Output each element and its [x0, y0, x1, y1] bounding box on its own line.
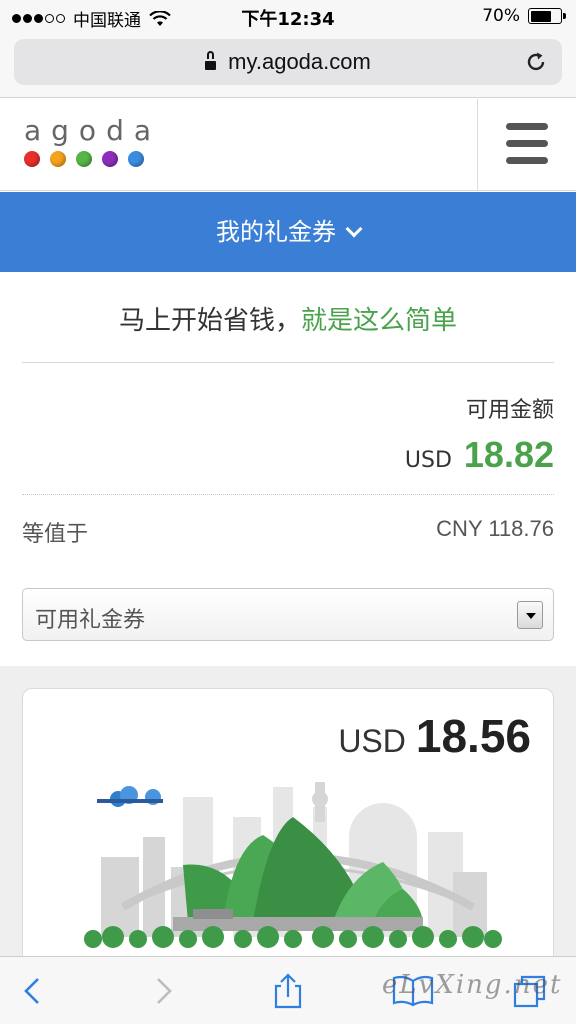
url-field[interactable]: my.agoda.com [14, 39, 562, 85]
status-right: 70% [482, 6, 566, 26]
watermark-text: eLvXing.net [382, 970, 563, 1000]
url-text: my.agoda.com [228, 49, 371, 74]
cloud-icon [97, 786, 163, 807]
battery-icon [528, 8, 566, 24]
logo-dot [76, 151, 92, 167]
forward-icon[interactable] [144, 973, 180, 1009]
available-amount-label: 可用金额 [465, 398, 554, 423]
battery-percent: 70% [482, 6, 520, 26]
agoda-logo[interactable]: agoda [24, 117, 161, 167]
logo-text: agoda [24, 114, 161, 147]
tagline-text: 马上开始省钱， [118, 306, 301, 336]
hamburger-menu-button[interactable] [477, 99, 576, 191]
logo-dot [128, 151, 144, 167]
chevron-down-icon [345, 220, 363, 238]
coupon-value: 18.56 [415, 710, 531, 762]
equivalent-label: 等值于 [22, 522, 89, 547]
site-header: agoda [0, 99, 576, 191]
share-icon[interactable] [270, 973, 306, 1009]
dotted-divider [22, 494, 554, 495]
logo-dot [50, 151, 66, 167]
coupon-select[interactable]: 可用礼金券 [22, 588, 554, 641]
coupon-select-value: 可用礼金券 [35, 608, 146, 633]
tagline-highlight: 就是这么简单 [301, 306, 458, 336]
reload-icon[interactable] [524, 50, 548, 74]
status-bar: 中国联通 下午12:34 70% [0, 0, 576, 34]
available-amount: USD 18.82 [405, 434, 554, 476]
equivalent-value: CNY 118.76 [436, 516, 554, 541]
logo-dot [24, 151, 40, 167]
browser-address-bar: my.agoda.com [0, 34, 576, 98]
logo-dots [24, 151, 161, 167]
coupon-amount: USD 18.56 [338, 709, 531, 763]
url-display: my.agoda.com [14, 49, 562, 75]
lock-icon [205, 51, 217, 70]
available-currency: USD [404, 448, 452, 473]
sydney-opera-house-illustration [84, 782, 502, 948]
back-icon[interactable] [16, 973, 52, 1009]
coupon-nav-dropdown[interactable]: 我的礼金券 [0, 192, 576, 272]
tagline: 马上开始省钱，就是这么简单 [0, 300, 576, 337]
logo-dot [102, 151, 118, 167]
coupon-nav-title: 我的礼金券 [216, 218, 336, 246]
coupon-card[interactable]: USD 18.56 [22, 688, 554, 988]
available-value: 18.82 [463, 434, 554, 475]
divider [22, 362, 554, 363]
coupon-currency: USD [338, 723, 406, 759]
battery-level [530, 10, 551, 22]
dropdown-arrow-icon [517, 601, 543, 629]
